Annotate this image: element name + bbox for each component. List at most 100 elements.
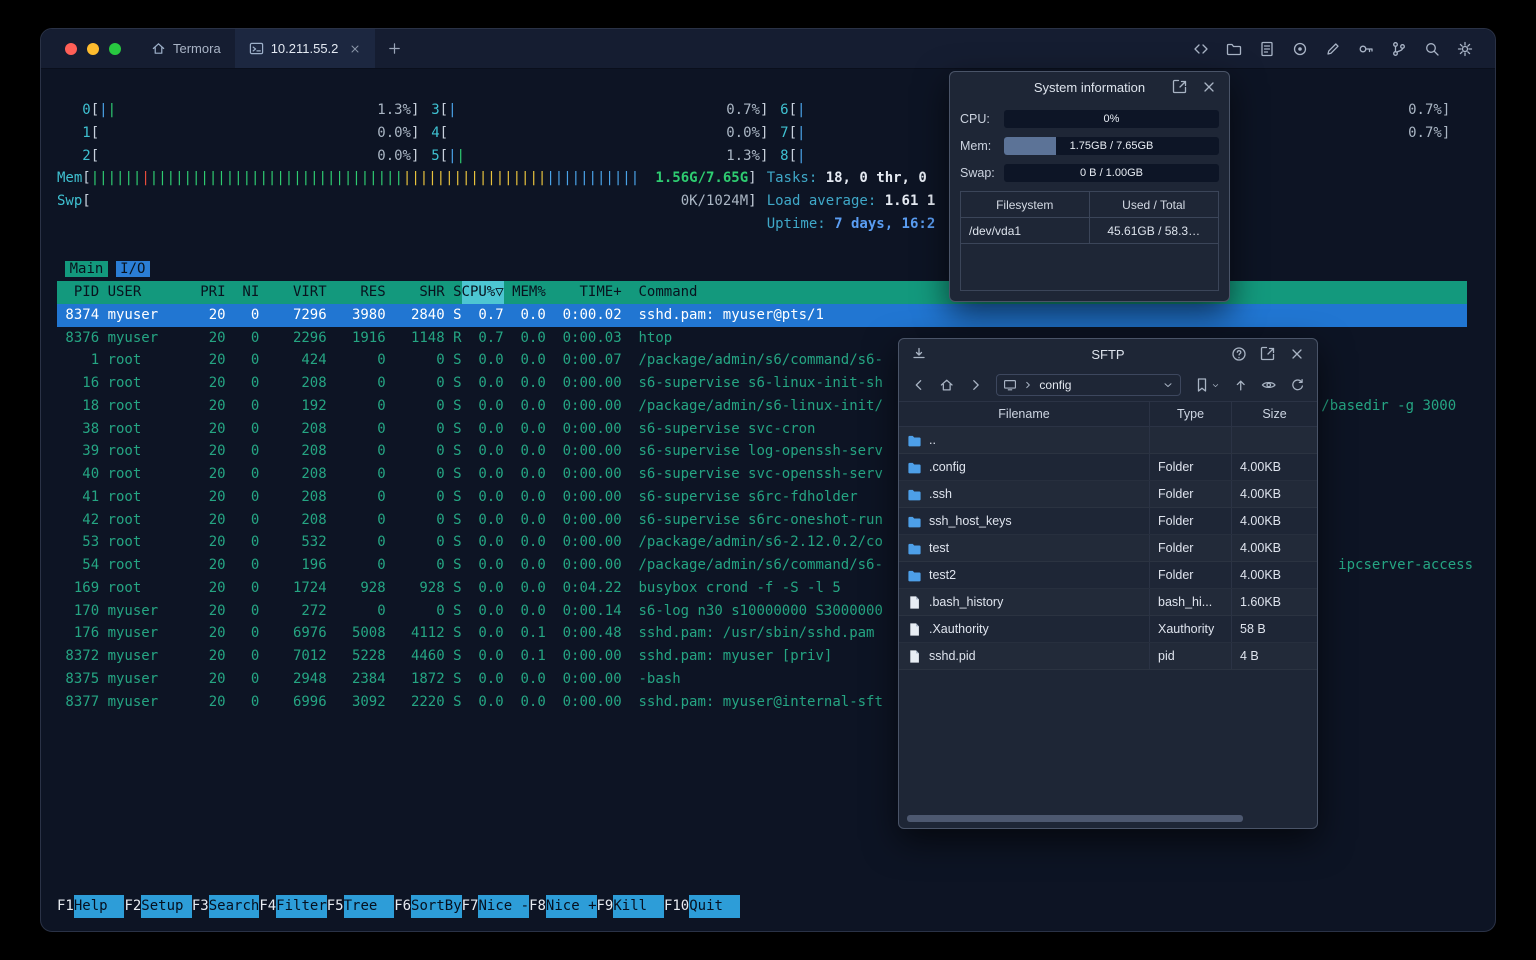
home-icon bbox=[151, 41, 166, 56]
cpu-meter-end: 0.7%] bbox=[1408, 102, 1451, 118]
new-tab-button[interactable] bbox=[375, 29, 414, 68]
fkey-f10[interactable]: F10 bbox=[664, 895, 689, 918]
column-header[interactable]: PID bbox=[57, 281, 99, 304]
column-header[interactable] bbox=[99, 281, 107, 304]
filename-cell: .Xauthority bbox=[899, 616, 1150, 642]
fkey-label[interactable]: Tree bbox=[343, 895, 395, 918]
tab-termora[interactable]: Termora bbox=[137, 29, 235, 68]
fkey-label[interactable]: Help bbox=[73, 895, 125, 918]
home-dir-icon[interactable] bbox=[939, 377, 954, 393]
function-key-bar: F1 Help F2 Setup F3 Search F4 Filter F5 Tree F6… bbox=[57, 895, 740, 918]
fkey-label[interactable]: SortBy bbox=[411, 895, 462, 918]
file-table-header[interactable]: Filename Type Size bbox=[899, 401, 1317, 427]
column-header[interactable]: VIRT bbox=[259, 281, 327, 304]
close-window-button[interactable] bbox=[65, 42, 77, 55]
branch-icon[interactable] bbox=[1391, 41, 1407, 57]
column-header[interactable]: MEM% bbox=[504, 281, 546, 304]
chevron-down-icon[interactable] bbox=[1162, 379, 1174, 391]
transfers-icon[interactable] bbox=[911, 346, 927, 362]
column-header[interactable]: TIME+ bbox=[546, 281, 621, 304]
fkey-label[interactable]: Setup bbox=[141, 895, 192, 918]
column-header[interactable]: PRI bbox=[192, 281, 225, 304]
file-row[interactable]: .. bbox=[899, 427, 1317, 454]
close-tab-icon[interactable] bbox=[349, 43, 361, 55]
column-header[interactable]: RES bbox=[327, 281, 385, 304]
htop-tab-io[interactable]: I/O bbox=[115, 261, 150, 278]
cpu-meter-2: 2[0.0%] bbox=[82, 147, 420, 164]
record-icon[interactable] bbox=[1292, 41, 1308, 57]
column-header[interactable]: S bbox=[445, 281, 461, 304]
path-segment[interactable]: config bbox=[1039, 378, 1071, 392]
htop-tab-main[interactable]: Main bbox=[65, 261, 108, 278]
path-breadcrumb[interactable]: config bbox=[996, 374, 1181, 396]
fkey-label[interactable]: Nice - bbox=[478, 895, 530, 918]
close-panel-icon[interactable] bbox=[1289, 346, 1305, 362]
bookmarks-button[interactable] bbox=[1194, 377, 1220, 393]
fkey-f2[interactable]: F2 bbox=[124, 895, 141, 918]
mem-meter: Mem[| | | | | | | | | | | | | | | | | | | | | | | | | | | | | | | | | | | |… bbox=[57, 170, 757, 187]
code-icon[interactable] bbox=[1193, 41, 1209, 57]
column-header[interactable]: USER bbox=[108, 281, 192, 304]
fkey-label[interactable]: Search bbox=[208, 895, 260, 918]
file-column-header[interactable]: Size bbox=[1232, 402, 1317, 426]
file-column-header[interactable]: Type bbox=[1150, 402, 1232, 426]
search-icon[interactable] bbox=[1424, 41, 1440, 57]
tab-ssh-session[interactable]: 10.211.55.2 bbox=[234, 29, 376, 68]
file-row[interactable]: .bash_history bash_hi... 1.60KB bbox=[899, 589, 1317, 616]
fkey-f1[interactable]: F1 bbox=[57, 895, 74, 918]
file-row[interactable]: ssh_host_keys Folder 4.00KB bbox=[899, 508, 1317, 535]
fkey-f3[interactable]: F3 bbox=[192, 895, 209, 918]
fs-column-header: Used / Total bbox=[1122, 197, 1186, 212]
edit-icon[interactable] bbox=[1325, 41, 1341, 57]
file-row[interactable]: .config Folder 4.00KB bbox=[899, 454, 1317, 481]
column-header[interactable]: CPU%▽ bbox=[461, 281, 504, 304]
folder-icon bbox=[907, 460, 922, 475]
fkey-label[interactable]: Filter bbox=[276, 895, 327, 918]
fkey-f6[interactable]: F6 bbox=[394, 895, 411, 918]
key-icon[interactable] bbox=[1358, 41, 1374, 57]
back-icon[interactable] bbox=[911, 377, 926, 393]
process-table-header[interactable]: PID USER PRI NI VIRT RES SHR S CPU%▽ MEM% TIME+ Com… bbox=[57, 281, 1467, 304]
file-row[interactable]: .Xauthority Xauthority 58 B bbox=[899, 616, 1317, 643]
minimize-window-button[interactable] bbox=[87, 42, 99, 55]
swp-meter: Swp[0K/1024M] bbox=[57, 193, 757, 209]
file-column-header[interactable]: Filename bbox=[899, 402, 1150, 426]
fkey-label[interactable]: Nice + bbox=[545, 895, 597, 918]
uptime-line: Uptime: 7 days, 16:2 bbox=[57, 213, 1467, 236]
horizontal-scrollbar[interactable] bbox=[907, 815, 1243, 822]
fkey-label[interactable]: Quit bbox=[689, 895, 740, 918]
forward-icon[interactable] bbox=[968, 377, 983, 393]
titlebar-actions bbox=[1193, 29, 1495, 68]
htop-screen-tabs: Main I/O bbox=[57, 258, 1467, 281]
column-header[interactable]: SHR bbox=[386, 281, 444, 304]
open-in-window-icon[interactable] bbox=[1172, 79, 1188, 95]
filename: .config bbox=[929, 460, 966, 474]
fs-row[interactable]: /dev/vda1 45.61GB / 58.3… bbox=[961, 218, 1218, 244]
column-header[interactable]: Command bbox=[638, 281, 697, 304]
open-in-window-icon[interactable] bbox=[1260, 346, 1276, 362]
refresh-icon[interactable] bbox=[1290, 377, 1305, 393]
fs-column-header: Filesystem bbox=[961, 192, 1090, 217]
fkey-f4[interactable]: F4 bbox=[259, 895, 276, 918]
file-row[interactable]: test2 Folder 4.00KB bbox=[899, 562, 1317, 589]
fkey-f7[interactable]: F7 bbox=[462, 895, 479, 918]
process-row[interactable]: 8374 myuser 20 0 7296 3980 2840 S 0.7 0.0 0:00.02 s… bbox=[57, 303, 1467, 327]
file-row[interactable]: .ssh Folder 4.00KB bbox=[899, 481, 1317, 508]
maximize-window-button[interactable] bbox=[109, 42, 121, 55]
show-hidden-icon[interactable] bbox=[1261, 377, 1276, 393]
fkey-f9[interactable]: F9 bbox=[597, 895, 614, 918]
log-icon[interactable] bbox=[1259, 41, 1275, 57]
file-row[interactable]: sshd.pid pid 4 B bbox=[899, 643, 1317, 670]
fkey-label[interactable]: Kill bbox=[613, 895, 664, 918]
close-panel-icon[interactable] bbox=[1201, 79, 1217, 95]
parent-directory-icon[interactable] bbox=[1233, 377, 1248, 393]
fkey-f5[interactable]: F5 bbox=[327, 895, 344, 918]
fkey-f8[interactable]: F8 bbox=[529, 895, 546, 918]
window-controls bbox=[41, 29, 137, 68]
folder-icon[interactable] bbox=[1226, 41, 1242, 57]
help-icon[interactable] bbox=[1231, 346, 1247, 362]
resource-value: 0% bbox=[1103, 113, 1120, 125]
settings-icon[interactable] bbox=[1457, 41, 1473, 57]
column-header[interactable]: NI bbox=[226, 281, 259, 304]
file-row[interactable]: test Folder 4.00KB bbox=[899, 535, 1317, 562]
